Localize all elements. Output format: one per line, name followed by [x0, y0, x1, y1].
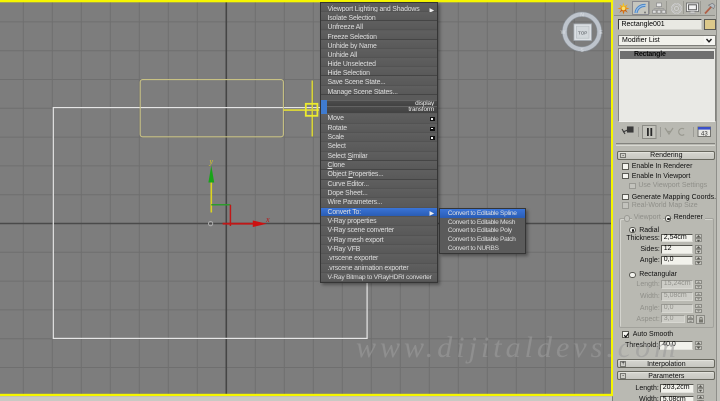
svg-text:x: x [265, 215, 270, 224]
svg-text:TOP: TOP [578, 31, 587, 36]
svg-text:W: W [561, 30, 566, 36]
svg-text:y: y [209, 157, 214, 166]
svg-text:N: N [580, 12, 584, 18]
svg-text:43: 43 [701, 131, 708, 137]
